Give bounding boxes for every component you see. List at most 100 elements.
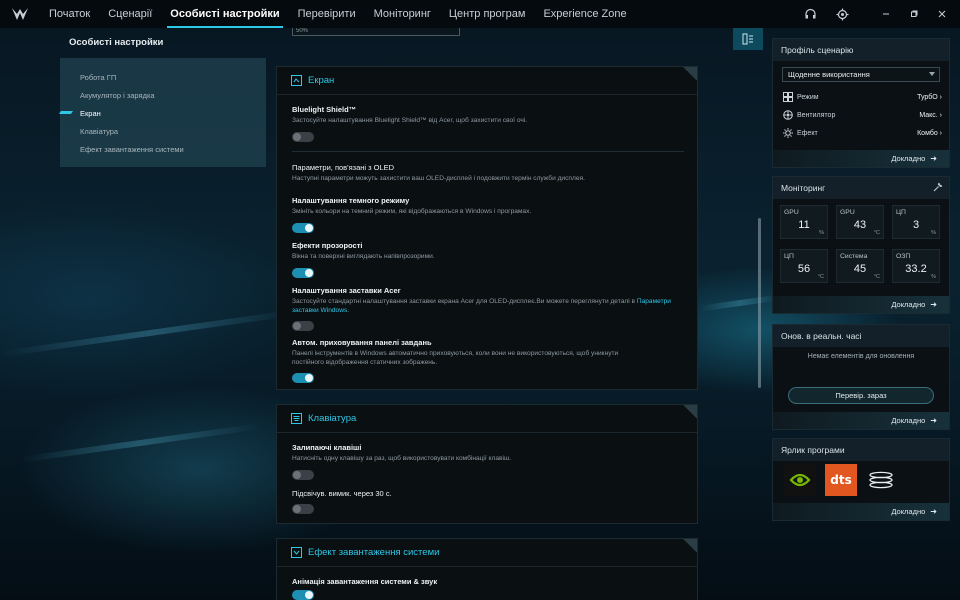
description-line: постійного відображення статичних зображ… <box>292 358 438 366</box>
card-header: Екран <box>277 67 697 95</box>
sidebar-item-keyboard[interactable]: Клавіатура <box>60 122 266 140</box>
toggle-knob <box>305 223 313 232</box>
window-controls <box>796 0 960 28</box>
setting-title: Налаштування темного режиму <box>292 196 410 205</box>
toggle-knob <box>293 322 301 330</box>
realtime-details-link[interactable]: Докладно ➜ <box>773 412 949 429</box>
dark-mode-setting: Налаштування темного режиму Змініть коль… <box>292 196 692 233</box>
setting-title: Налаштування заставки Acer <box>292 286 401 295</box>
sidebar-item-gpu[interactable]: Робота ГП <box>60 68 266 86</box>
row-value-text: ТурбО <box>917 93 938 101</box>
section-title: Параметри, пов'язані з OLED <box>292 163 395 172</box>
restore-icon[interactable] <box>900 0 928 28</box>
sidebar-item-screen[interactable]: Екран <box>60 104 266 122</box>
tile-label: ОЗП <box>896 253 911 260</box>
arrow-right-icon: ➜ <box>930 300 937 309</box>
transparency-toggle[interactable] <box>292 267 314 278</box>
card-title-text: Моніторинг <box>781 183 826 193</box>
sticky-keys-setting: Залипаючі клавіші Натисніть одну клавішу… <box>292 443 692 480</box>
transparency-setting: Ефекти прозорості Вікна та поверхні вигл… <box>292 241 692 278</box>
profile-row-mode[interactable]: Режим ТурбО › <box>782 90 942 104</box>
nav-experience-zone[interactable]: Experience Zone <box>534 0 635 28</box>
setting-title: Підсвічув. вимик. через 30 с. <box>292 489 392 498</box>
setting-title: Залипаючі клавіші <box>292 443 362 452</box>
nav-app-center[interactable]: Центр програм <box>440 0 535 28</box>
screen-settings-card: Екран Bluelight Shield™ Застосуйте налаш… <box>276 66 698 390</box>
bluelight-setting: Bluelight Shield™ Застосуйте налаштуванн… <box>292 105 692 142</box>
content-scrollbar[interactable] <box>758 218 761 388</box>
wrench-icon[interactable] <box>933 182 943 194</box>
taskbar-autohide-setting: Автом. приховування панелі завдань Панел… <box>292 338 692 383</box>
setting-description: Змініть кольори на темний режим, які від… <box>292 208 532 215</box>
app-rings-icon[interactable] <box>865 464 897 496</box>
tile-label: Система <box>840 253 868 260</box>
close-icon[interactable] <box>928 0 956 28</box>
setting-description: Застосуйте стандартні налаштування заста… <box>292 298 692 315</box>
ram-usage-tile: ОЗП 33.2 % <box>892 249 940 283</box>
taskbar-autohide-toggle[interactable] <box>292 373 314 383</box>
row-label: Режим <box>797 93 819 101</box>
monitoring-details-link[interactable]: Докладно ➜ <box>773 296 949 313</box>
nav-personal-settings[interactable]: Особисті настройки <box>161 0 288 28</box>
card-corner-decoration <box>683 405 697 419</box>
check-now-button[interactable]: Перевір. зараз <box>788 387 934 404</box>
profile-details-link[interactable]: Докладно ➜ <box>773 150 949 167</box>
cpu-temp-tile: ЦП 56 °C <box>780 249 828 283</box>
screensaver-setting: Налаштування заставки Acer Застосуйте ст… <box>292 286 692 331</box>
tile-unit: °C <box>873 230 880 236</box>
row-value-text: Комбо <box>917 129 938 137</box>
dts-icon[interactable]: dts <box>825 464 857 496</box>
dropdown-partial[interactable]: 50% <box>292 28 460 36</box>
sidebar-item-battery[interactable]: Акумулятор і зарядка <box>60 86 266 104</box>
boot-effect-card: Ефект завантаження системи Анімація зава… <box>276 538 698 600</box>
section-description: Наступні параметри можуть захистити ваш … <box>292 175 585 182</box>
row-label: Ефект <box>797 129 818 137</box>
panel-toggle-tab[interactable] <box>733 28 763 50</box>
dark-mode-toggle[interactable] <box>292 222 314 233</box>
headset-icon[interactable] <box>796 0 824 28</box>
screensaver-toggle[interactable] <box>292 321 314 331</box>
row-value: ТурбО › <box>917 93 942 101</box>
nav-monitoring[interactable]: Моніторинг <box>365 0 440 28</box>
card-title: Екран <box>308 75 335 86</box>
setting-title: Автом. приховування панелі завдань <box>292 338 432 347</box>
card-title: Клавіатура <box>308 413 357 424</box>
details-label: Докладно <box>891 416 926 425</box>
boot-animation-toggle[interactable] <box>292 590 314 600</box>
minimize-icon[interactable] <box>872 0 900 28</box>
monitor-icon <box>291 75 302 86</box>
toggle-knob <box>293 505 301 513</box>
gpu-temp-tile: GPU 43 °C <box>836 205 884 239</box>
profile-select[interactable]: Щоденне використання <box>782 67 940 82</box>
keyboard-icon <box>291 413 302 424</box>
bluelight-toggle[interactable] <box>292 131 314 142</box>
profile-row-effect[interactable]: Ефект Комбо › <box>782 126 942 140</box>
toggle-knob <box>305 374 313 382</box>
shortcuts-details-link[interactable]: Докладно ➜ <box>773 503 949 520</box>
settings-content: 50% Екран Bluelight Shield™ Застосуйте н… <box>274 28 702 600</box>
tile-unit: % <box>819 230 824 236</box>
row-value: Макс. › <box>919 111 942 119</box>
card-title: Ефект завантаження системи <box>308 547 440 558</box>
backlight-off-toggle[interactable] <box>292 504 314 514</box>
predator-logo-icon[interactable] <box>0 0 40 28</box>
gpu-usage-tile: GPU 11 % <box>780 205 828 239</box>
no-updates-message: Немає елементів для оновлення <box>807 353 915 360</box>
nav-check[interactable]: Перевірити <box>289 0 365 28</box>
app-shortcuts-card: Ярлик програми dts Докладно ➜ <box>772 438 950 521</box>
settings-sidebar: Особисті настройки Робота ГП Акумулятор … <box>60 30 266 167</box>
backlight-off-setting: Підсвічув. вимик. через 30 с. <box>292 489 692 514</box>
oled-section: Параметри, пов'язані з OLED Наступні пар… <box>292 163 692 184</box>
monitoring-card: Моніторинг GPU 11 % GPU 43 °C ЦП 3 % ЦП … <box>772 176 950 314</box>
sticky-keys-toggle[interactable] <box>292 469 314 480</box>
nav-scenarios[interactable]: Сценарії <box>99 0 161 28</box>
profile-row-fan[interactable]: Вентилятор Макс. › <box>782 108 942 122</box>
card-title: Моніторинг <box>773 177 949 199</box>
dts-logo-text: dts <box>830 473 852 487</box>
nvidia-icon[interactable] <box>784 464 816 496</box>
gear-icon[interactable] <box>828 0 856 28</box>
sidebar-item-boot-effect[interactable]: Ефект завантаження системи <box>60 140 266 158</box>
tile-unit: °C <box>817 274 824 280</box>
nav-home[interactable]: Початок <box>40 0 99 28</box>
setting-description: Вікна та поверхні виглядають напівпрозор… <box>292 253 435 260</box>
